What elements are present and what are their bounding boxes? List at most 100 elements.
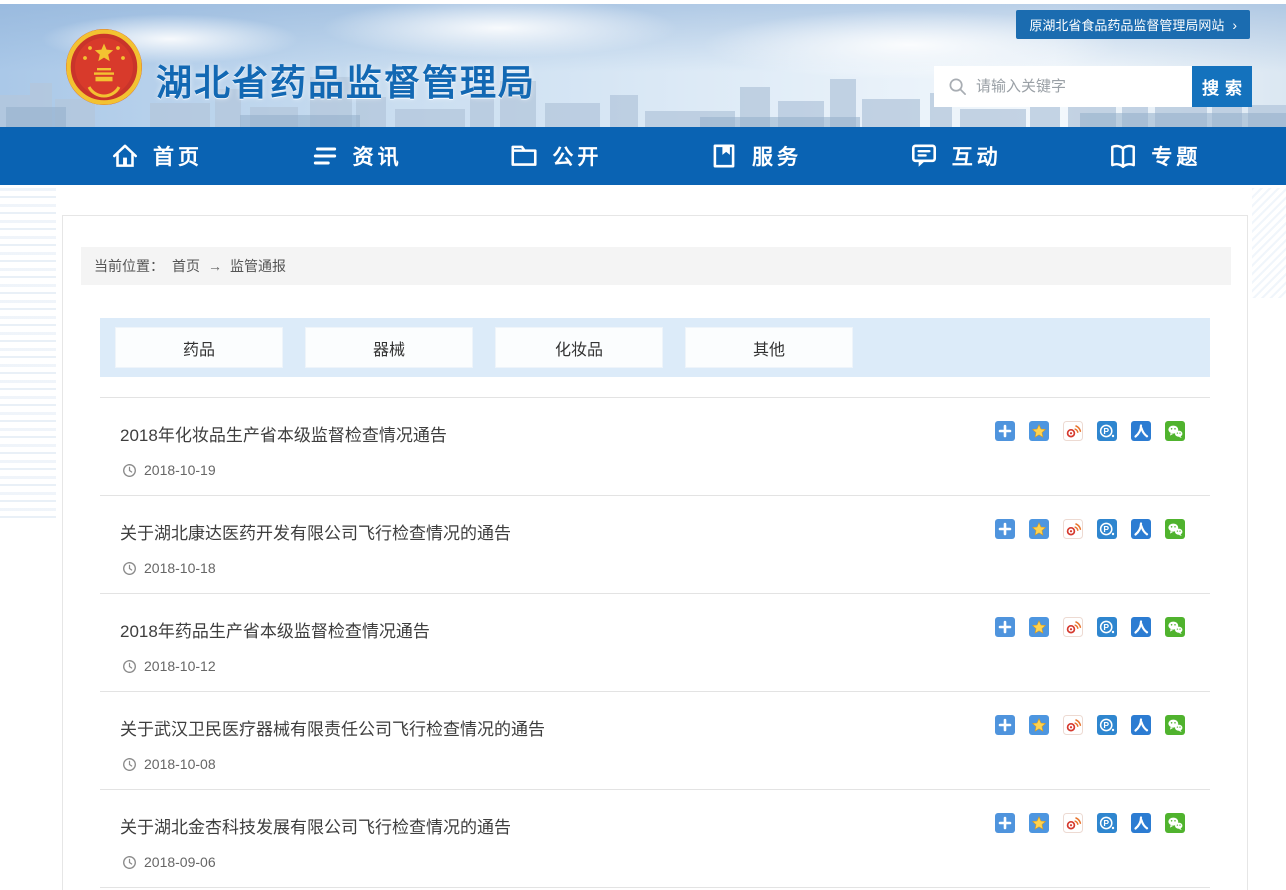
news-title-link[interactable]: 关于湖北康达医药开发有限公司飞行检查情况的通告	[120, 522, 511, 546]
category-tab-器械[interactable]: 器械	[305, 327, 473, 368]
breadcrumb-prefix: 当前位置：	[94, 256, 164, 276]
news-row: 关于武汉卫民医疗器械有限责任公司飞行检查情况的通告 2018-10-08 P	[100, 692, 1210, 790]
renren-icon[interactable]	[1131, 715, 1151, 735]
qzone-star-icon[interactable]	[1029, 617, 1049, 637]
news-date: 2018-10-19	[144, 462, 216, 478]
nav-item-label: 资讯	[353, 141, 403, 171]
svg-text:P: P	[1103, 720, 1109, 730]
nav-item-label: 服务	[752, 141, 802, 171]
share-more-icon[interactable]	[995, 519, 1015, 539]
news-row: 关于湖北金杏科技发展有限公司飞行检查情况的通告 2018-09-06 P	[100, 790, 1210, 888]
qzone-star-icon[interactable]	[1029, 813, 1049, 833]
nav-item-专题[interactable]: 专题	[1086, 127, 1286, 185]
svg-text:P: P	[1103, 524, 1109, 534]
national-emblem-logo	[64, 27, 144, 107]
renren-icon[interactable]	[1131, 813, 1151, 833]
site-title: 湖北省药品监督管理局	[156, 54, 536, 106]
wechat-icon[interactable]	[1165, 421, 1185, 441]
right-streak-decoration	[1252, 188, 1286, 298]
search-box	[934, 66, 1192, 107]
main-nav: 首页 资讯 公开 服务 互动 专题	[0, 127, 1286, 185]
breadcrumb-home-link[interactable]: 首页	[172, 256, 200, 276]
wechat-icon[interactable]	[1165, 617, 1185, 637]
qzone-star-icon[interactable]	[1029, 421, 1049, 441]
tencent-pengyou-icon[interactable]: P	[1097, 715, 1117, 735]
breadcrumb-current-link[interactable]: 监管通报	[230, 256, 286, 276]
news-meta: 2018-09-06	[122, 854, 1210, 870]
search-icon	[948, 77, 967, 96]
news-list: 2018年化妆品生产省本级监督检查情况通告 2018-10-19 P 关于湖北康…	[100, 397, 1210, 888]
chat-bubble-icon	[909, 141, 939, 171]
sina-weibo-icon[interactable]	[1063, 715, 1083, 735]
svg-text:P: P	[1103, 426, 1109, 436]
renren-icon[interactable]	[1131, 519, 1151, 539]
cloud-decoration	[320, 4, 680, 58]
news-date: 2018-10-08	[144, 756, 216, 772]
news-meta: 2018-10-12	[122, 658, 1210, 674]
share-buttons: P	[995, 519, 1185, 539]
share-buttons: P	[995, 715, 1185, 735]
open-book-icon	[1108, 141, 1138, 171]
wechat-icon[interactable]	[1165, 813, 1185, 833]
news-row: 2018年化妆品生产省本级监督检查情况通告 2018-10-19 P	[100, 398, 1210, 496]
nav-item-资讯[interactable]: 资讯	[288, 127, 488, 185]
left-streak-decoration	[0, 188, 56, 518]
qzone-star-icon[interactable]	[1029, 715, 1049, 735]
news-row: 关于湖北康达医药开发有限公司飞行检查情况的通告 2018-10-18 P	[100, 496, 1210, 594]
site-search: 搜索	[934, 66, 1252, 107]
renren-icon[interactable]	[1131, 421, 1151, 441]
news-title-link[interactable]: 关于湖北金杏科技发展有限公司飞行检查情况的通告	[120, 816, 511, 840]
folder-icon	[509, 141, 539, 171]
clock-icon	[122, 463, 137, 478]
news-title-link[interactable]: 2018年药品生产省本级监督检查情况通告	[120, 620, 430, 644]
news-title-link[interactable]: 关于武汉卫民医疗器械有限责任公司飞行检查情况的通告	[120, 718, 545, 742]
news-date: 2018-09-06	[144, 854, 216, 870]
home-icon	[110, 141, 140, 171]
wechat-icon[interactable]	[1165, 715, 1185, 735]
nav-item-label: 首页	[153, 141, 203, 171]
share-buttons: P	[995, 421, 1185, 441]
news-date: 2018-10-12	[144, 658, 216, 674]
news-meta: 2018-10-19	[122, 462, 1210, 478]
tencent-pengyou-icon[interactable]: P	[1097, 421, 1117, 441]
share-more-icon[interactable]	[995, 421, 1015, 441]
news-meta: 2018-10-08	[122, 756, 1210, 772]
sina-weibo-icon[interactable]	[1063, 617, 1083, 637]
share-buttons: P	[995, 813, 1185, 833]
nav-item-服务[interactable]: 服务	[687, 127, 887, 185]
share-buttons: P	[995, 617, 1185, 637]
svg-text:P: P	[1103, 818, 1109, 828]
breadcrumb-arrow: →	[208, 258, 222, 274]
wechat-icon[interactable]	[1165, 519, 1185, 539]
category-tabs: 药品 器械 化妆品 其他	[100, 318, 1210, 377]
news-title-link[interactable]: 2018年化妆品生产省本级监督检查情况通告	[120, 424, 447, 448]
share-more-icon[interactable]	[995, 813, 1015, 833]
tencent-pengyou-icon[interactable]: P	[1097, 813, 1117, 833]
news-lines-icon	[310, 141, 340, 171]
nav-item-互动[interactable]: 互动	[887, 127, 1087, 185]
category-tab-其他[interactable]: 其他	[685, 327, 853, 368]
sina-weibo-icon[interactable]	[1063, 519, 1083, 539]
chevron-right-icon: ›	[1232, 18, 1237, 32]
qzone-star-icon[interactable]	[1029, 519, 1049, 539]
category-tab-化妆品[interactable]: 化妆品	[495, 327, 663, 368]
clock-icon	[122, 561, 137, 576]
clock-icon	[122, 659, 137, 674]
tencent-pengyou-icon[interactable]: P	[1097, 617, 1117, 637]
old-site-link[interactable]: 原湖北省食品药品监督管理局网站 ›	[1016, 10, 1250, 39]
sina-weibo-icon[interactable]	[1063, 421, 1083, 441]
sina-weibo-icon[interactable]	[1063, 813, 1083, 833]
nav-item-label: 专题	[1151, 141, 1201, 171]
search-button[interactable]: 搜索	[1192, 66, 1252, 107]
page: 湖北省药品监督管理局 原湖北省食品药品监督管理局网站 › 搜索 首页	[0, 0, 1286, 890]
nav-item-首页[interactable]: 首页	[88, 127, 288, 185]
tencent-pengyou-icon[interactable]: P	[1097, 519, 1117, 539]
share-more-icon[interactable]	[995, 617, 1015, 637]
nav-item-label: 公开	[552, 141, 602, 171]
renren-icon[interactable]	[1131, 617, 1151, 637]
share-more-icon[interactable]	[995, 715, 1015, 735]
category-tab-药品[interactable]: 药品	[115, 327, 283, 368]
bookmark-page-icon	[709, 141, 739, 171]
nav-item-公开[interactable]: 公开	[487, 127, 687, 185]
search-input[interactable]	[976, 67, 1191, 106]
